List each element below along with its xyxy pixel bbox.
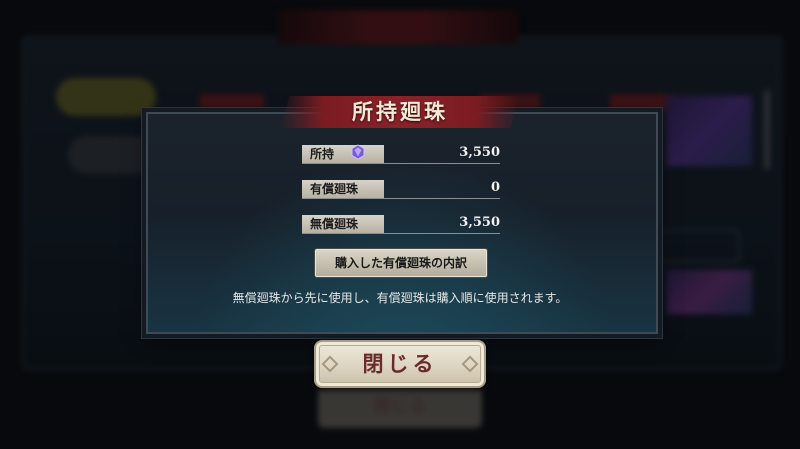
owned-row: 所持 3,550	[302, 143, 500, 164]
free-row: 無償廻珠 3,550	[302, 213, 500, 234]
dialog-title: 所持廻珠	[352, 99, 448, 124]
paid-value: 0	[490, 180, 500, 195]
purchase-breakdown-button[interactable]: 購入した有償廻珠の内訳	[315, 249, 487, 277]
close-button-label: 閉じる	[362, 351, 438, 376]
paid-label: 有償廻珠	[302, 180, 384, 198]
close-button[interactable]: 閉じる	[314, 340, 486, 388]
owned-label: 所持	[302, 145, 384, 163]
gem-icon	[351, 144, 365, 160]
free-value: 3,550	[459, 215, 500, 230]
usage-note: 無償廻珠から先に使用し、有償廻珠は購入順に使用されます。	[232, 291, 568, 305]
free-label: 無償廻珠	[302, 215, 384, 233]
owned-value: 3,550	[459, 145, 500, 160]
paid-row: 有償廻珠 0	[302, 178, 500, 199]
